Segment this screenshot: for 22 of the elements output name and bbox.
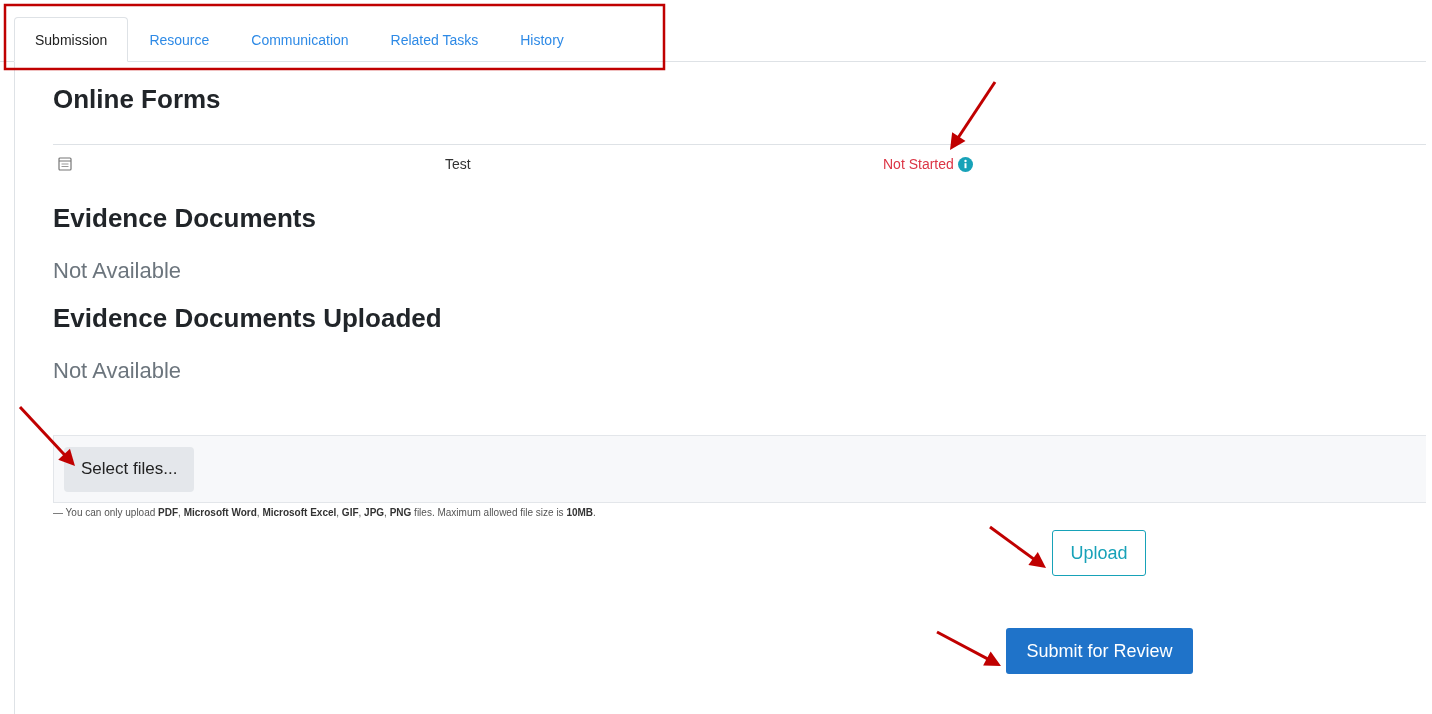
upload-note: — You can only upload PDF, Microsoft Word, Microsoft Excel, GIF, JPG, PNG files. Maximum allowed file size is 10MB. [53,507,597,518]
upload-button[interactable]: Upload [1052,530,1146,576]
tab[interactable]: History [499,17,585,62]
section-title: Evidence Documents [53,202,316,235]
select-files-button[interactable]: Select files... [64,446,195,492]
annotation-arrow [18,405,75,466]
section-title: Evidence Documents Uploaded [53,302,442,335]
form-icon [58,157,72,171]
submit-button[interactable]: Submit for Review [1006,628,1193,674]
annotation-arrow [936,630,1001,666]
tab[interactable]: Communication [230,17,370,62]
tab[interactable]: Resource [128,17,231,62]
tab[interactable]: Related Tasks [369,17,500,62]
empty-text: Not Available [53,257,181,285]
annotation-arrow [950,81,997,150]
info-icon[interactable] [957,156,973,172]
empty-text: Not Available [53,357,181,385]
annotation-arrow [989,525,1046,568]
tab[interactable]: Submission [14,17,129,62]
form-name: Test [445,156,472,172]
section-title: Online Forms [53,83,221,116]
form-status: Not Started [883,156,954,172]
